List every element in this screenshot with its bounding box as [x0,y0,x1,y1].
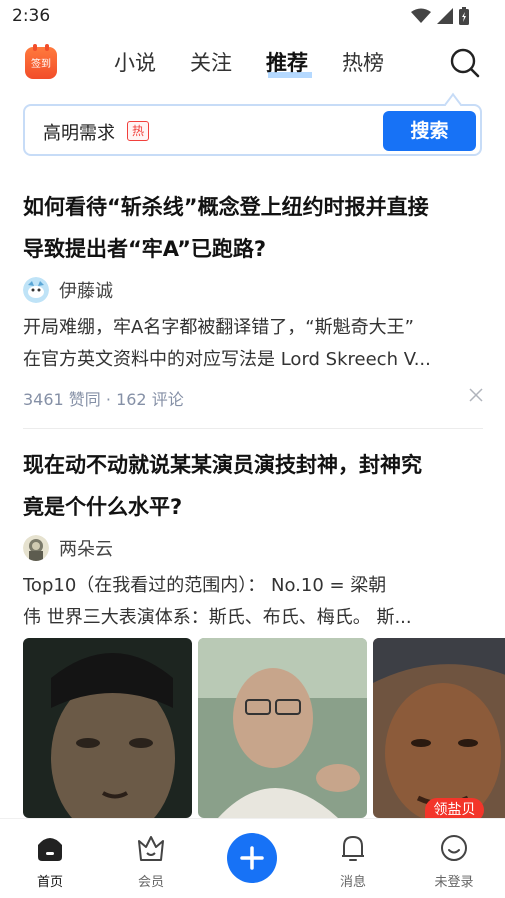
search-icon[interactable] [449,47,481,79]
checkin-icon[interactable]: 签到 [25,44,57,79]
card-excerpt[interactable]: 开局难绷，牢A名字都被翻译错了，“斯魁奇大王” 在官方英文资料中的对应写法是 L… [23,312,483,376]
excerpt-line: Top10（在我看过的范围内）： No.10 = 梁朝 [23,575,387,596]
search-suggestion-text[interactable]: 高明需求 [43,119,115,145]
card-meta: 3461 赞同 · 162 评论 [23,386,483,410]
profile-face-icon [441,835,467,861]
create-post-button[interactable] [227,833,277,883]
search-suggestion-box[interactable]: 高明需求 热 搜索 [23,92,482,156]
card-image[interactable] [198,638,367,818]
card-title-line: 现在动不动就说某某演员演技封神，封神究 [23,453,422,477]
status-bar: 2:36 [0,0,505,34]
feed-divider [23,428,483,429]
nav-profile-label: 未登录 [434,875,474,890]
nav-member-label: 会员 [137,875,164,890]
author-row[interactable]: 两朵云 [23,532,483,564]
vote-comment-count: 3461 赞同 · 162 评论 [23,390,184,409]
nav-member[interactable]: 会员 [121,833,181,890]
nav-messages[interactable]: 消息 [323,833,383,890]
card-title[interactable]: 现在动不动就说某某演员演技封神，封神究 竟是个什么水平? [23,444,483,528]
top-nav: 签到 小说 关注 推荐 热榜 [0,40,505,88]
tab-bar: 小说 关注 推荐 热榜 [114,46,418,80]
home-icon [38,838,62,861]
nav-profile[interactable]: 未登录 [424,833,484,890]
card-title-line: 如何看待“斩杀线”概念登上纽约时报并直接 [23,195,429,219]
feed-card[interactable]: 如何看待“斩杀线”概念登上纽约时报并直接 导致提出者“牢A”已跑路? 伊藤诚 开… [23,186,483,410]
tab-hot-list[interactable]: 热榜 [342,46,418,80]
excerpt-line: 开局难绷，牢A名字都被翻译错了，“斯魁奇大王” [23,317,414,338]
bell-icon [342,836,364,861]
bottom-nav: 首页 会员 消息 未登录 [0,818,505,898]
card-title[interactable]: 如何看待“斩杀线”概念登上纽约时报并直接 导致提出者“牢A”已跑路? [23,186,483,270]
author-row[interactable]: 伊藤诚 [23,274,483,306]
status-icons [411,7,469,25]
hot-badge: 热 [127,121,149,141]
card-image-strip[interactable] [23,638,505,818]
tab-novel[interactable]: 小说 [114,46,190,80]
nav-messages-label: 消息 [339,875,366,890]
tab-follow[interactable]: 关注 [190,46,266,80]
wifi-icon [411,8,431,23]
author-name[interactable]: 伊藤诚 [59,277,113,303]
card-image[interactable] [23,638,192,818]
excerpt-line: 伟 世界三大表演体系：斯氏、布氏、梅氏。 斯... [23,607,412,628]
avatar[interactable] [23,535,49,561]
excerpt-line: 在官方英文资料中的对应写法是 Lord Skreech V... [23,349,431,370]
nav-home-label: 首页 [36,875,63,890]
search-button[interactable]: 搜索 [383,111,476,151]
checkin-label: 签到 [31,59,51,70]
feed-card[interactable]: 现在动不动就说某某演员演技封神，封神究 竟是个什么水平? 两朵云 Top10（在… [23,444,483,634]
crown-icon [138,836,164,861]
nav-home[interactable]: 首页 [20,833,80,890]
battery-icon [459,7,469,25]
card-title-line: 竟是个什么水平? [23,495,183,519]
tab-recommend[interactable]: 推荐 [266,46,342,80]
card-title-line: 导致提出者“牢A”已跑路? [23,237,267,261]
author-name[interactable]: 两朵云 [59,535,113,561]
plus-icon [240,846,264,870]
card-excerpt[interactable]: Top10（在我看过的范围内）： No.10 = 梁朝 伟 世界三大表演体系：斯… [23,570,483,634]
signal-icon [437,8,453,24]
card-image[interactable] [373,638,505,818]
status-time: 2:36 [12,6,51,26]
avatar[interactable] [23,277,49,303]
close-icon[interactable] [469,388,483,402]
